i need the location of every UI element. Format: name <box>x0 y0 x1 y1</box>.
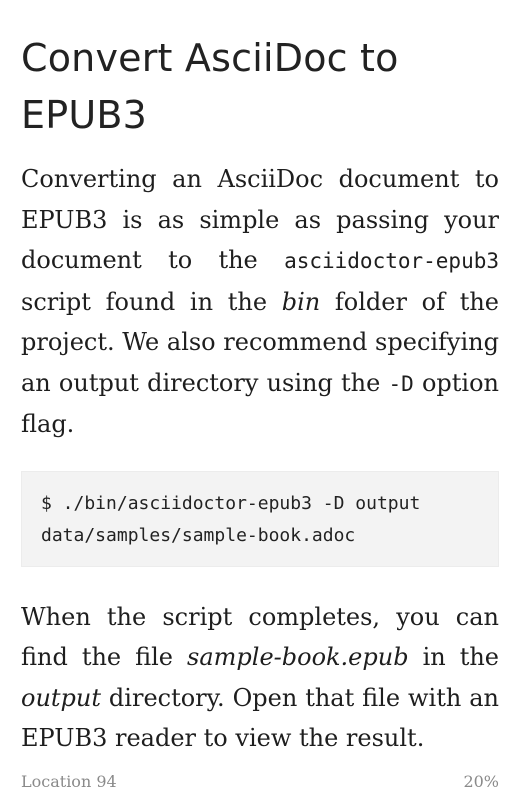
progress-indicator: 20% <box>463 772 499 791</box>
location-indicator: Location 94 <box>21 772 117 791</box>
emphasis-output: output <box>21 683 102 712</box>
paragraph-result: When the script completes, you can find … <box>21 597 499 759</box>
emphasis-bin: bin <box>281 287 321 316</box>
paragraph-text: script found in the <box>21 287 282 316</box>
section-heading: Convert AsciiDoc to EPUB3 <box>21 36 399 137</box>
reader-footer: Location 94 20% <box>21 772 499 791</box>
paragraph-text: in the <box>408 643 500 671</box>
inline-code-script: asciidoctor-epub3 <box>284 249 499 273</box>
reader-page: Convert AsciiDoc to EPUB3 Converting an … <box>21 0 499 759</box>
code-line: data/samples/sample-book.adoc <box>41 524 356 546</box>
code-listing: $ ./bin/asciidoctor-epub3 -D output data/… <box>21 470 499 567</box>
code-line: $ ./bin/asciidoctor-epub3 -D output <box>41 492 421 514</box>
emphasis-filename: sample-book.epub <box>187 643 409 671</box>
paragraph-convert: Converting an AsciiDoc document to EPUB3… <box>21 159 499 445</box>
inline-code-flag: -D <box>388 371 414 396</box>
